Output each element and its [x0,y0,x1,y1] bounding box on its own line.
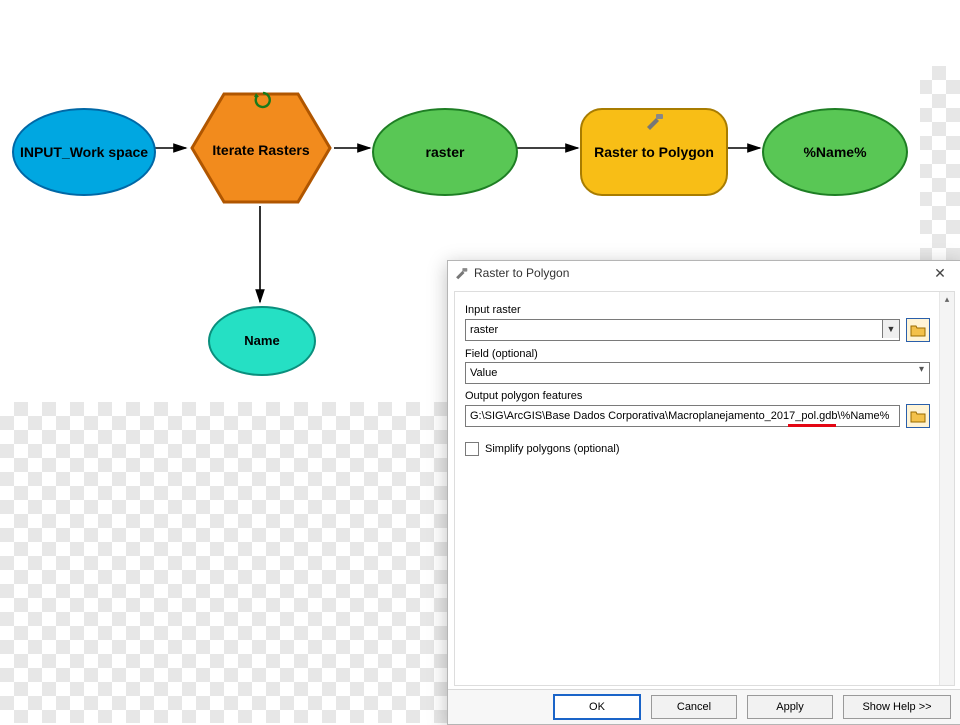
hammer-icon [454,266,468,280]
node-label: Iterate Rasters [212,142,309,158]
node-label: %Name% [803,144,866,160]
label-field: Field (optional) [465,348,930,360]
node-name-variable[interactable]: Name [208,306,316,376]
dialog-footer: OK Cancel Apply Show Help >> [448,689,960,724]
simplify-checkbox[interactable] [465,442,479,456]
dropdown-icon[interactable]: ▼ [882,320,899,338]
node-output-name[interactable]: %Name% [762,108,908,196]
scrollbar[interactable]: ▴ [939,292,954,685]
node-raster-to-polygon-tool[interactable]: Raster to Polygon [580,108,728,196]
dialog-title: Raster to Polygon [474,266,925,280]
highlight-underline [788,424,836,427]
dialog-body: ▴ Input raster ▼ Field (optional) Output… [454,291,955,686]
node-label: Name [244,334,279,349]
node-label: raster [426,144,465,160]
ok-button[interactable]: OK [553,694,641,720]
node-label: INPUT_Work space [20,144,148,160]
raster-to-polygon-dialog: Raster to Polygon ✕ ▴ Input raster ▼ Fie… [447,260,960,725]
node-input-workspace[interactable]: INPUT_Work space [12,108,156,196]
scroll-up-icon[interactable]: ▴ [940,292,954,306]
node-label: Raster to Polygon [588,144,720,160]
browse-button[interactable] [906,318,930,342]
cancel-button[interactable]: Cancel [651,695,737,719]
label-simplify: Simplify polygons (optional) [485,443,620,455]
browse-button[interactable] [906,404,930,428]
apply-button[interactable]: Apply [747,695,833,719]
input-raster-field[interactable] [465,319,900,341]
hammer-icon [644,112,664,130]
label-input-raster: Input raster [465,304,930,316]
node-raster[interactable]: raster [372,108,518,196]
label-output: Output polygon features [465,390,930,402]
dialog-titlebar[interactable]: Raster to Polygon ✕ [448,261,960,285]
node-iterate-rasters[interactable]: Iterate Rasters [188,90,334,206]
show-help-button[interactable]: Show Help >> [843,695,951,719]
field-select[interactable] [465,362,930,384]
close-icon[interactable]: ✕ [925,265,955,282]
